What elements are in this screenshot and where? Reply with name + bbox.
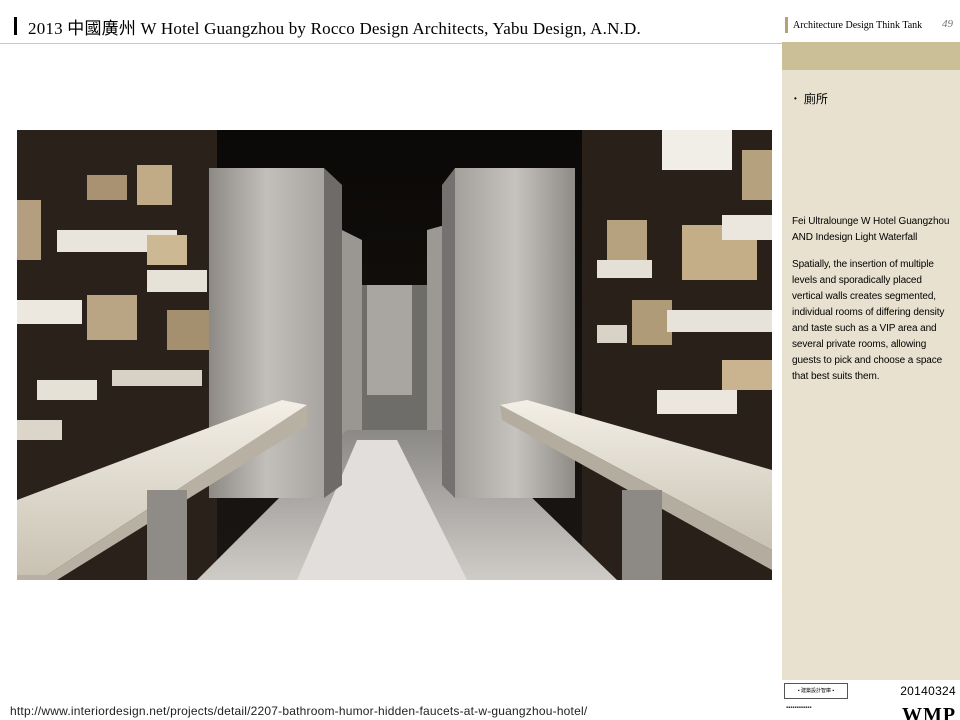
footer-logo-text: ▪▪▪▪▪▪▪▪▪▪▪▪: [786, 705, 812, 711]
bullet-dot-icon: •: [794, 94, 797, 103]
bathroom-photo: [17, 130, 772, 580]
page-number: 49: [942, 18, 953, 30]
caption-text: Fei Ultralounge W Hotel Guangzhou AND In…: [792, 216, 950, 243]
bullet-item: • 廁所: [794, 90, 828, 107]
wmp-logo-text: WMP: [902, 704, 957, 720]
bullet-text: 廁所: [803, 92, 828, 106]
date-label: 20140324: [900, 684, 956, 698]
sidebar: Architecture Design Think Tank 49 • 廁所 Fe…: [782, 0, 960, 720]
title-bar: 2013 中國廣州 W Hotel Guangzhou by Rocco Des…: [0, 0, 782, 44]
sidebar-band: [782, 42, 960, 70]
description-block: Fei Ultralounge W Hotel Guangzhou AND In…: [792, 214, 950, 396]
company-logo: ▪ 建築設計智庫 ▪: [784, 683, 848, 699]
slide-title: 2013 中國廣州 W Hotel Guangzhou by Rocco Des…: [28, 19, 641, 38]
sidebar-header: Architecture Design Think Tank 49: [782, 0, 960, 42]
description-text: Spatially, the insertion of multiple lev…: [792, 259, 945, 382]
sidebar-marker: [785, 17, 788, 33]
wmp-logo: WMP: [900, 702, 960, 720]
title-marker: [14, 17, 17, 35]
sidebar-footer: ▪ 建築設計智庫 ▪ 20140324 ▪▪▪▪▪▪▪▪▪▪▪▪ WMP: [782, 680, 960, 720]
source-url[interactable]: http://www.interiordesign.net/projects/d…: [10, 704, 587, 718]
brand-label: Architecture Design Think Tank: [793, 20, 923, 31]
